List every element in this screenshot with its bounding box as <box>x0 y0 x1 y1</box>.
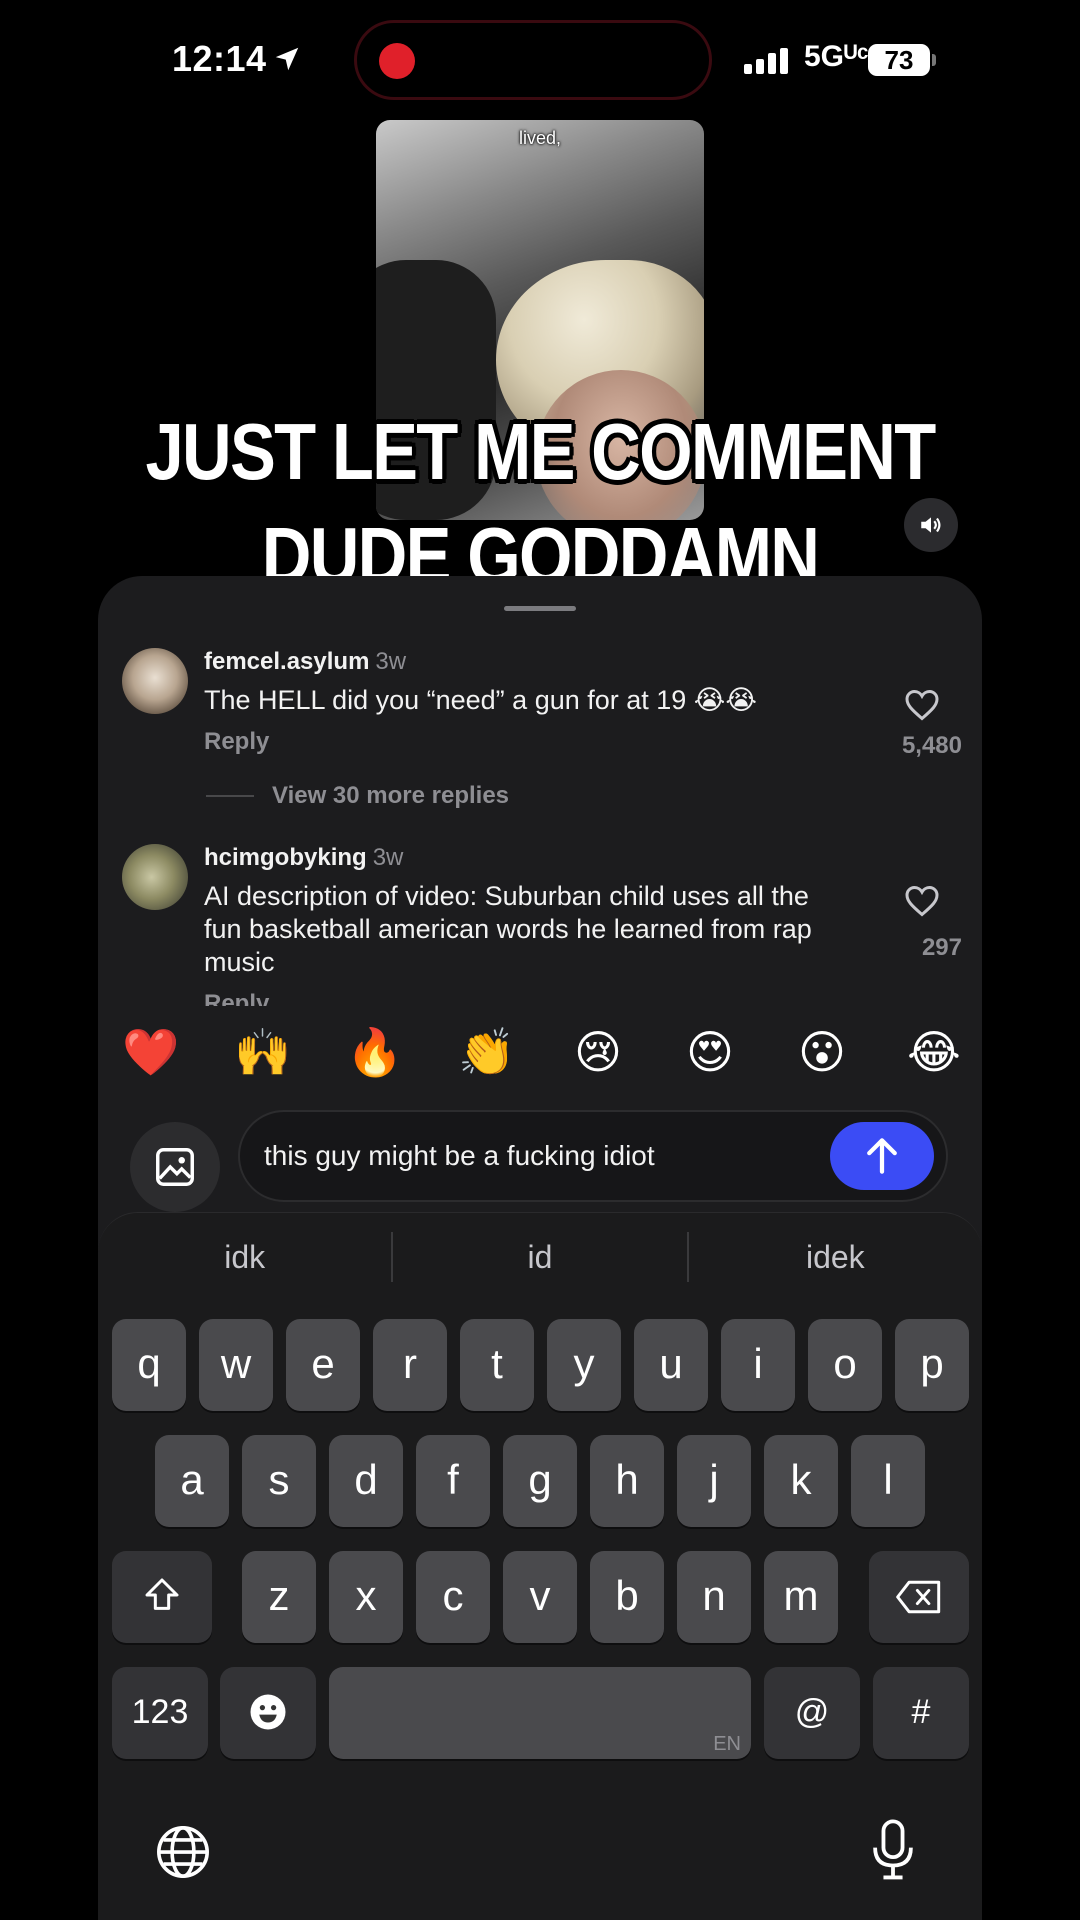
comment-input-text[interactable]: this guy might be a fucking idiot <box>264 1140 655 1172</box>
at-key[interactable]: @ <box>764 1667 860 1759</box>
sheet-grabber[interactable] <box>504 606 576 611</box>
emoji-fire-button[interactable]: 🔥 <box>346 1024 403 1080</box>
globe-icon[interactable] <box>154 1823 212 1881</box>
reply-button[interactable]: Reply <box>204 728 269 756</box>
emoji-heart-eyes-button[interactable]: 😍 <box>682 1024 738 1080</box>
emoji-cry-button[interactable]: 😢 <box>570 1024 626 1080</box>
key-l[interactable]: l <box>851 1435 925 1527</box>
microphone-icon[interactable] <box>868 1819 918 1881</box>
key-b[interactable]: b <box>590 1551 664 1643</box>
reply-button[interactable]: Reply <box>204 990 269 1006</box>
comments-sheet[interactable]: femcel.asylum 3w The HELL did you “need” … <box>98 576 982 1920</box>
key-f[interactable]: f <box>416 1435 490 1527</box>
view-more-replies[interactable]: View 30 more replies <box>206 782 509 810</box>
heart-icon[interactable] <box>904 884 940 918</box>
like-count: 5,480 <box>901 732 962 759</box>
network-type: 5Gᵁᶜ <box>804 40 869 73</box>
comment-item: hcimgobyking 3w AI description of video: … <box>122 844 962 1006</box>
key-y[interactable]: y <box>547 1319 621 1411</box>
emoji-quick-bar: ❤️ 🙌 🔥 👏 😢 😍 😮 😂 <box>122 1024 962 1084</box>
suggestion-2[interactable]: id <box>393 1227 686 1287</box>
backspace-key[interactable] <box>869 1551 969 1643</box>
key-n[interactable]: n <box>677 1551 751 1643</box>
space-language-label: EN <box>713 1733 741 1755</box>
comment-header: hcimgobyking 3w <box>204 844 403 872</box>
suggestion-1[interactable]: idk <box>98 1227 391 1287</box>
keyboard: idk id idek q w e r t y u i o p a s d f … <box>98 1212 982 1920</box>
comment-text: The HELL did you “need” a gun for at 19 … <box>204 685 757 715</box>
key-s[interactable]: s <box>242 1435 316 1527</box>
battery-icon: 73 <box>868 44 930 76</box>
key-e[interactable]: e <box>286 1319 360 1411</box>
speaker-icon <box>921 517 941 533</box>
comment-header: femcel.asylum 3w <box>204 648 406 676</box>
dynamic-island[interactable] <box>354 20 712 100</box>
key-v[interactable]: v <box>503 1551 577 1643</box>
key-p[interactable]: p <box>895 1319 969 1411</box>
keyboard-bottom-bar <box>98 1793 982 1920</box>
comment-time: 3w <box>372 844 404 871</box>
emoji-clap-button[interactable]: 👏 <box>458 1024 515 1080</box>
key-g[interactable]: g <box>503 1435 577 1527</box>
view-replies-label[interactable]: View 30 more replies <box>272 782 509 810</box>
cellular-signal-icon <box>744 48 788 74</box>
space-key[interactable]: EN <box>329 1667 751 1759</box>
key-t[interactable]: t <box>460 1319 534 1411</box>
key-i[interactable]: i <box>721 1319 795 1411</box>
comment-username[interactable]: femcel.asylum <box>204 648 369 675</box>
key-j[interactable]: j <box>677 1435 751 1527</box>
suggestion-3[interactable]: idek <box>689 1227 982 1287</box>
arrow-up-icon <box>867 1138 897 1174</box>
overlay-line-1: JUST LET ME COMMENT <box>145 407 936 496</box>
heart-icon[interactable] <box>904 688 940 722</box>
key-w[interactable]: w <box>199 1319 273 1411</box>
comment-input[interactable]: this guy might be a fucking idiot <box>238 1110 948 1202</box>
emoji-face-icon <box>250 1694 286 1730</box>
sound-toggle-button[interactable] <box>904 498 958 552</box>
comment-username[interactable]: hcimgobyking <box>204 844 367 871</box>
replies-divider <box>206 795 254 797</box>
status-time: 12:14 <box>172 38 267 79</box>
shift-key[interactable] <box>112 1551 212 1643</box>
key-h[interactable]: h <box>590 1435 664 1527</box>
location-arrow-icon <box>275 47 299 71</box>
key-o[interactable]: o <box>808 1319 882 1411</box>
emoji-raised-hands-button[interactable]: 🙌 <box>234 1024 291 1080</box>
comment-time: 3w <box>375 648 407 675</box>
emoji-laugh-button[interactable]: 😂 <box>906 1024 962 1080</box>
comment-text: AI description of video: Suburban child … <box>204 881 812 977</box>
key-r[interactable]: r <box>373 1319 447 1411</box>
key-k[interactable]: k <box>764 1435 838 1527</box>
comments-list[interactable]: femcel.asylum 3w The HELL did you “need” … <box>98 616 982 1006</box>
send-button[interactable] <box>830 1122 934 1190</box>
emoji-surprised-button[interactable]: 😮 <box>794 1024 850 1080</box>
emoji-heart-button[interactable]: ❤️ <box>122 1024 179 1080</box>
shift-icon <box>145 1578 179 1610</box>
numbers-key[interactable]: 123 <box>112 1667 208 1759</box>
attach-image-button[interactable] <box>130 1122 220 1212</box>
key-z[interactable]: z <box>242 1551 316 1643</box>
status-bar: 12:14 5Gᵁᶜ 73 <box>0 0 1080 120</box>
video-caption: lived, <box>518 128 562 148</box>
key-q[interactable]: q <box>112 1319 186 1411</box>
key-c[interactable]: c <box>416 1551 490 1643</box>
hash-key[interactable]: # <box>873 1667 969 1759</box>
recording-indicator-icon <box>379 43 415 79</box>
key-x[interactable]: x <box>329 1551 403 1643</box>
key-m[interactable]: m <box>764 1551 838 1643</box>
battery-tip <box>932 54 936 66</box>
autocomplete-bar: idk id idek <box>98 1227 982 1287</box>
backspace-icon <box>896 1580 941 1614</box>
key-a[interactable]: a <box>155 1435 229 1527</box>
avatar[interactable] <box>122 844 188 910</box>
like-count: 297 <box>921 934 962 961</box>
key-u[interactable]: u <box>634 1319 708 1411</box>
comment-item: femcel.asylum 3w The HELL did you “need” … <box>122 648 962 818</box>
avatar[interactable] <box>122 648 188 714</box>
key-d[interactable]: d <box>329 1435 403 1527</box>
emoji-key[interactable] <box>220 1667 316 1759</box>
image-icon <box>156 1148 194 1186</box>
